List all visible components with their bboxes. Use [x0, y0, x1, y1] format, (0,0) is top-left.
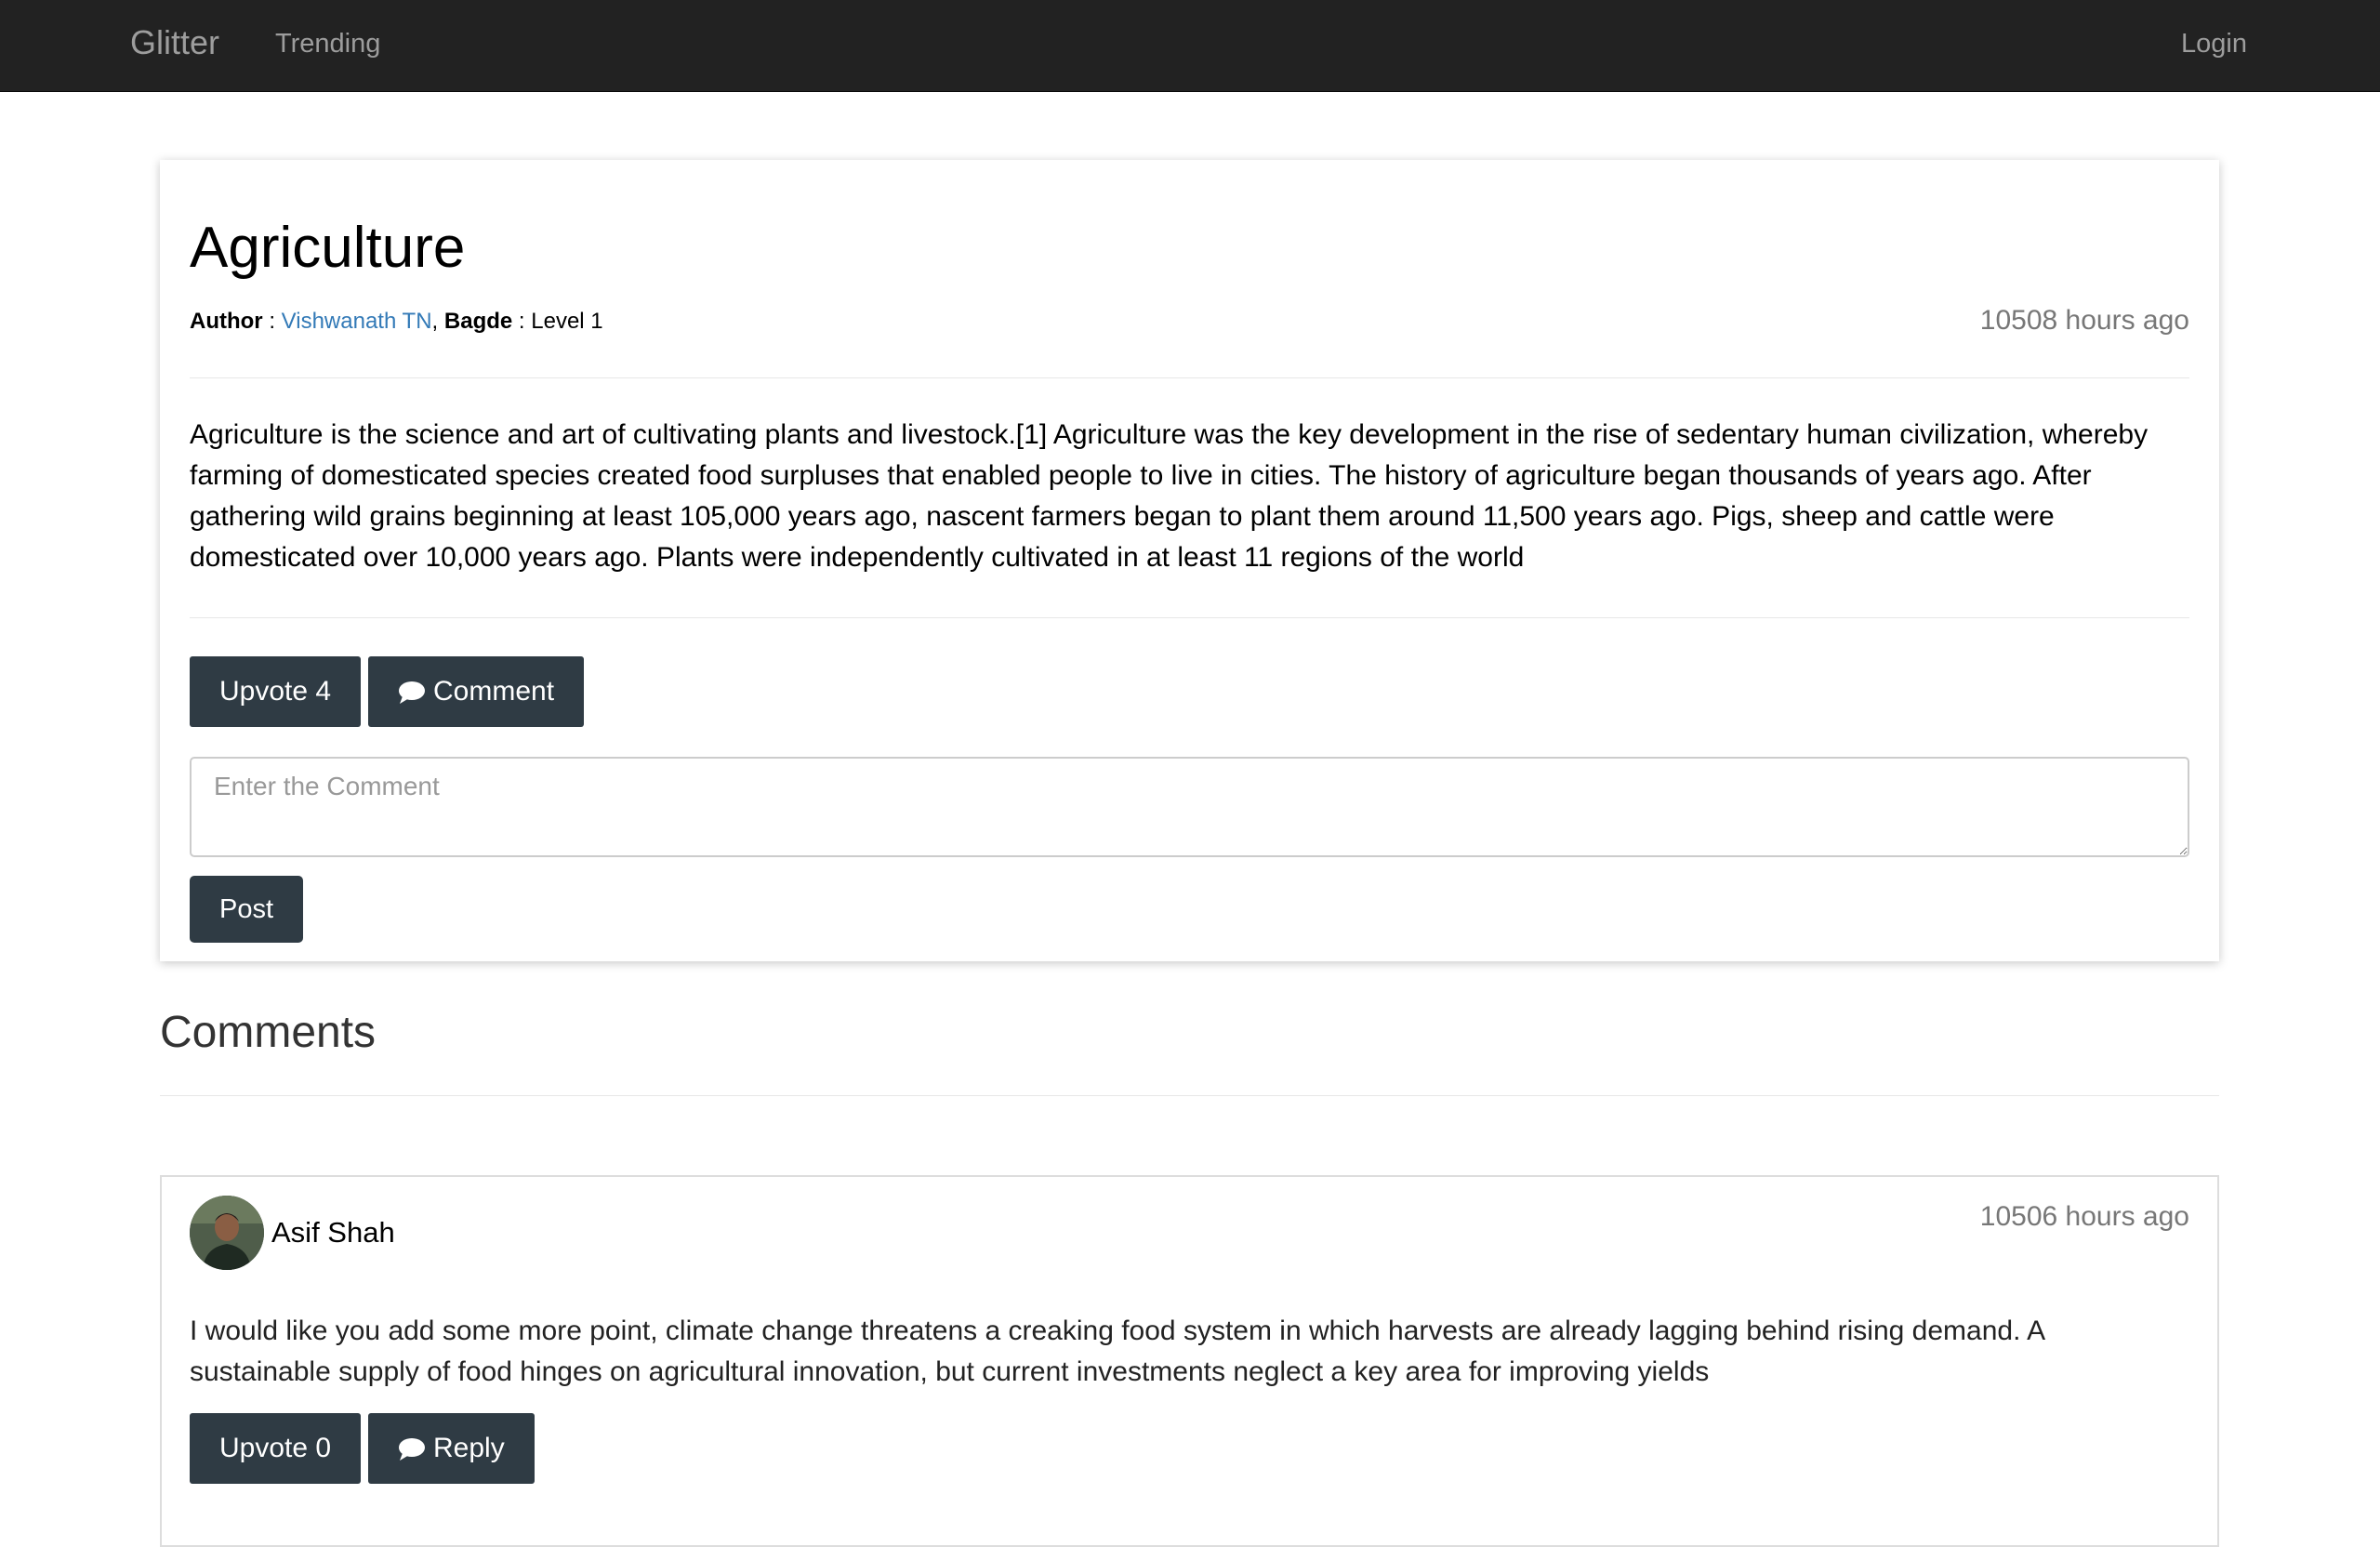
nav-link-trending[interactable]: Trending	[275, 26, 380, 61]
post-button-label: Post	[219, 894, 274, 924]
comment-text: I would like you add some more point, cl…	[190, 1316, 2044, 1387]
speech-bubble-icon	[398, 1437, 426, 1461]
upvote-button-label: Upvote 4	[219, 676, 332, 707]
comment-textarea[interactable]	[190, 757, 2189, 857]
meta-separator: :	[512, 309, 532, 334]
author-label: Author	[190, 309, 263, 334]
comment-upvote-button[interactable]: Upvote 0	[190, 1413, 362, 1484]
reply-button-label: Reply	[433, 1433, 505, 1463]
avatar[interactable]	[190, 1196, 264, 1270]
post-body: Agriculture is the science and art of cu…	[190, 419, 2149, 573]
post-meta: Author : Vishwanath TN, Bagde : Level 1	[190, 307, 603, 337]
divider	[160, 1095, 2219, 1096]
post-timestamp: 10508 hours ago	[1979, 305, 2189, 336]
divider	[190, 617, 2189, 618]
post-card: Agriculture Author : Vishwanath TN, Bagd…	[160, 160, 2219, 961]
brand-logo[interactable]: Glitter	[130, 22, 219, 63]
badge-label: Bagde	[443, 309, 513, 334]
reply-button[interactable]: Reply	[368, 1413, 535, 1484]
speech-bubble-icon	[398, 681, 426, 704]
comment-upvote-label: Upvote 0	[219, 1433, 332, 1463]
top-navbar: Glitter Trending Login	[0, 0, 2380, 92]
meta-separator: :	[262, 309, 282, 334]
comment-button[interactable]: Comment	[368, 656, 585, 727]
upvote-button[interactable]: Upvote 4	[190, 656, 362, 727]
badge-value: Level 1	[531, 309, 603, 334]
nav-link-login[interactable]: Login	[2181, 26, 2247, 61]
commenter-name[interactable]: Asif Shah	[271, 1214, 395, 1251]
divider	[190, 377, 2189, 378]
author-link[interactable]: Vishwanath TN	[282, 309, 432, 334]
post-button[interactable]: Post	[190, 876, 304, 943]
comment-button-label: Comment	[433, 676, 555, 707]
meta-comma: ,	[431, 309, 444, 334]
comment-timestamp: 10506 hours ago	[1979, 1201, 2189, 1232]
comments-heading: Comments	[160, 1008, 377, 1057]
comment-card: Asif Shah 10506 hours ago I would like y…	[160, 1175, 2219, 1547]
post-title: Agriculture	[190, 216, 466, 280]
